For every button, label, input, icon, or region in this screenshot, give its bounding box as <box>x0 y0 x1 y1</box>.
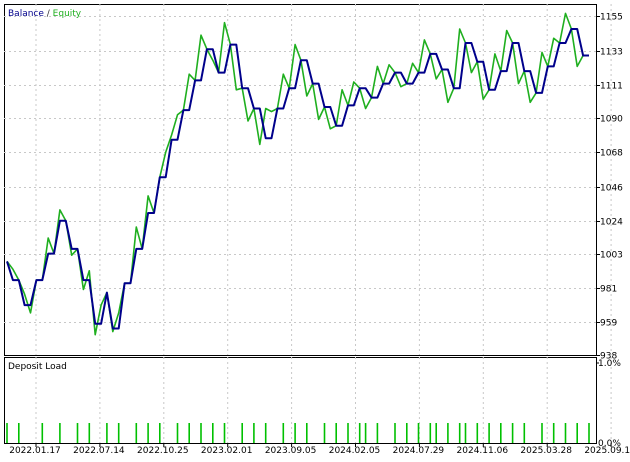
x-tick-label: 2024.07.29 <box>393 446 445 456</box>
x-tick-label: 2023.09.05 <box>265 446 317 456</box>
x-tick-label: 2025.03.28 <box>520 446 572 456</box>
x-tick-label: 2022.10.25 <box>137 446 189 456</box>
deposit-load-y-axis: 1.0%0.0% <box>596 359 621 449</box>
x-tick-label: 2022.01.17 <box>9 446 61 456</box>
x-tick-label: 2023.02.01 <box>201 446 253 456</box>
y-tick-label: 1046 <box>600 184 623 194</box>
legend-separator: / <box>44 9 53 19</box>
y-tick-label: 959 <box>600 319 617 329</box>
legend-equity-label: Equity <box>53 9 82 19</box>
y-tick-label: 1111 <box>600 82 623 92</box>
strategy-tester-graph: 938 959 981 1003 1024 1046 1068 1090 1111 1133 115… <box>0 0 630 458</box>
y-tick-label: 1024 <box>600 218 623 228</box>
x-axis: 2022.01.17 2022.07.14 2022.10.25 2023.02.01… <box>9 443 630 456</box>
chart-canvas: 9389599811003102410461068109011111133115… <box>4 4 630 456</box>
x-tick-label: 2024.11.06 <box>457 446 509 456</box>
y-tick-label: 1068 <box>600 149 623 159</box>
y-tick-label: 1155 <box>600 13 623 23</box>
x-tick-label: 2022.07.14 <box>73 446 125 456</box>
legend: Balance / Equity <box>8 9 82 19</box>
y-tick-label: 981 <box>600 285 617 295</box>
y-tick-label: 1090 <box>600 115 623 125</box>
deposit-load-max-label: 1.0% <box>598 359 621 369</box>
y-tick-label: 1133 <box>600 48 623 58</box>
x-tick-label: 2024.02.05 <box>329 446 381 456</box>
deposit-load-panel <box>4 357 597 444</box>
x-tick-label: 2025.09.16 <box>584 446 630 456</box>
main-y-axis: 9389599811003102410461068109011111133115… <box>596 13 623 362</box>
y-tick-label: 1003 <box>600 251 623 261</box>
deposit-load-title: Deposit Load <box>8 362 67 372</box>
legend-balance-label: Balance <box>8 9 44 19</box>
